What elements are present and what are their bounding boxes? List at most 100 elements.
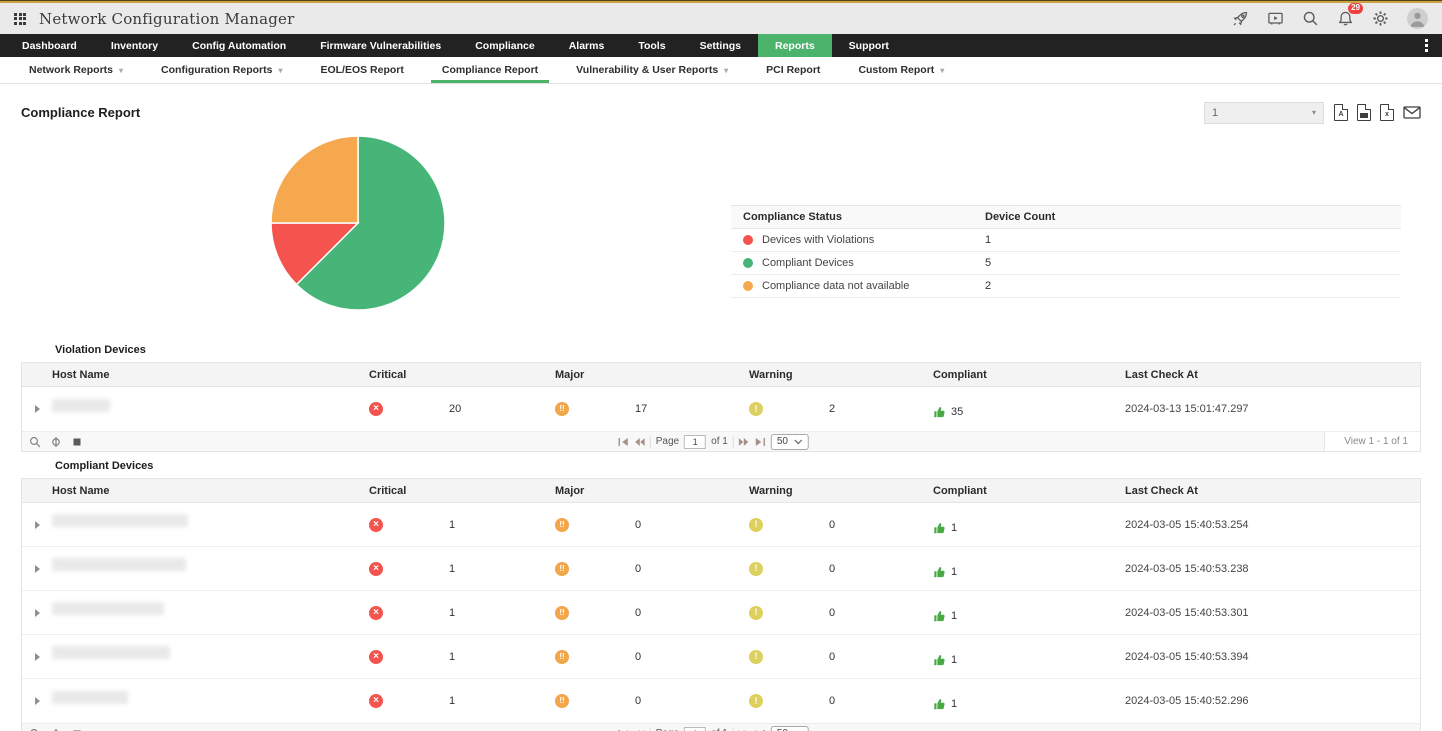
export-html-icon[interactable] bbox=[1357, 104, 1371, 121]
last-page-icon[interactable] bbox=[755, 437, 766, 447]
export-xls-icon[interactable]: x bbox=[1380, 104, 1394, 121]
col-critical[interactable]: Critical bbox=[369, 485, 555, 497]
violation-devices-table: Host Name Critical Major Warning Complia… bbox=[21, 362, 1421, 452]
subnav-item[interactable]: Compliance Report ▾ bbox=[423, 57, 557, 83]
page-title: Compliance Report bbox=[21, 105, 140, 120]
legend-row: Compliant Devices 5 bbox=[731, 252, 1401, 275]
legend-header-status: Compliance Status bbox=[743, 211, 985, 223]
chevron-down-icon bbox=[794, 439, 803, 445]
notifications[interactable]: 29 bbox=[1337, 10, 1354, 27]
col-major[interactable]: Major bbox=[555, 369, 749, 381]
expand-row-icon[interactable] bbox=[35, 653, 40, 661]
warning-count: 2 bbox=[829, 403, 835, 415]
chevron-down-icon: ▾ bbox=[940, 66, 944, 75]
demo-video-icon[interactable] bbox=[1267, 10, 1284, 27]
critical-count: 1 bbox=[449, 607, 455, 619]
expand-row-icon[interactable] bbox=[35, 565, 40, 573]
notification-count-badge: 29 bbox=[1348, 3, 1363, 14]
major-count: 0 bbox=[635, 607, 641, 619]
page-of-text: of 1 bbox=[711, 436, 728, 447]
col-last-check[interactable]: Last Check At bbox=[1125, 369, 1420, 381]
email-report-icon[interactable] bbox=[1403, 106, 1421, 119]
compliance-pie-chart[interactable] bbox=[269, 134, 447, 312]
nav-item[interactable]: Reports bbox=[758, 34, 832, 57]
next-page-icon[interactable] bbox=[739, 437, 750, 447]
col-host-name[interactable]: Host Name bbox=[52, 369, 369, 381]
subnav-item[interactable]: Vulnerability & User Reports ▾ bbox=[557, 57, 747, 83]
col-compliant[interactable]: Compliant bbox=[933, 485, 1125, 497]
settings-gear-icon[interactable] bbox=[1372, 10, 1389, 27]
col-warning[interactable]: Warning bbox=[749, 369, 933, 381]
major-icon: !! bbox=[555, 562, 569, 576]
subnav-item[interactable]: PCI Report ▾ bbox=[747, 57, 839, 83]
compliant-count: 35 bbox=[951, 406, 963, 418]
last-check-at: 2024-03-05 15:40:53.394 bbox=[1125, 651, 1420, 663]
expand-row-icon[interactable] bbox=[35, 697, 40, 705]
nav-item[interactable]: Alarms bbox=[552, 34, 622, 57]
nav-item[interactable]: Config Automation bbox=[175, 34, 303, 57]
page-size-select[interactable]: 50 bbox=[771, 726, 809, 731]
warning-icon: ! bbox=[749, 562, 763, 576]
warning-icon: ! bbox=[749, 694, 763, 708]
pie-slice[interactable] bbox=[271, 136, 358, 223]
nav-item[interactable]: Inventory bbox=[94, 34, 175, 57]
subnav-item[interactable]: Network Reports ▾ bbox=[10, 57, 142, 83]
col-last-check[interactable]: Last Check At bbox=[1125, 485, 1420, 497]
nav-item[interactable]: Support bbox=[832, 34, 906, 57]
critical-icon: × bbox=[369, 694, 383, 708]
export-pdf-icon[interactable]: A bbox=[1334, 104, 1348, 121]
subnav-item[interactable]: Custom Report ▾ bbox=[839, 57, 963, 83]
expand-row-icon[interactable] bbox=[35, 405, 40, 413]
rocket-icon[interactable] bbox=[1232, 10, 1249, 27]
device-row: ×1 !!0 !0 1 2024-03-05 15:40:53.301 bbox=[22, 591, 1420, 635]
page-number-input[interactable] bbox=[684, 727, 706, 731]
critical-icon: × bbox=[369, 650, 383, 664]
critical-icon: × bbox=[369, 518, 383, 532]
expand-row-icon[interactable] bbox=[35, 609, 40, 617]
nav-item[interactable]: Dashboard bbox=[5, 34, 94, 57]
table-header-row: Host Name Critical Major Warning Complia… bbox=[22, 363, 1420, 387]
prev-page-icon[interactable] bbox=[634, 437, 645, 447]
report-number-select[interactable]: 1 ▾ bbox=[1204, 102, 1324, 124]
device-row: ×20 !!17 !2 35 2024-03-13 15:01:47.297 bbox=[22, 387, 1420, 431]
reset-filter-icon[interactable] bbox=[50, 728, 62, 731]
host-name-redacted bbox=[52, 514, 188, 527]
chevron-down-icon: ▾ bbox=[278, 66, 282, 75]
col-warning[interactable]: Warning bbox=[749, 485, 933, 497]
nav-item[interactable]: Firmware Vulnerabilities bbox=[303, 34, 458, 57]
first-page-icon[interactable] bbox=[618, 437, 629, 447]
warning-count: 0 bbox=[829, 651, 835, 663]
table-search-icon[interactable] bbox=[29, 436, 41, 448]
subnav-item[interactable]: EOL/EOS Report ▾ bbox=[301, 57, 422, 83]
major-icon: !! bbox=[555, 402, 569, 416]
nav-item[interactable]: Settings bbox=[683, 34, 758, 57]
reset-filter-icon[interactable] bbox=[50, 436, 62, 448]
page-label: Page bbox=[656, 436, 679, 447]
critical-icon: × bbox=[369, 402, 383, 416]
major-count: 0 bbox=[635, 651, 641, 663]
nav-item[interactable]: Compliance bbox=[458, 34, 552, 57]
subnav-item[interactable]: Configuration Reports ▾ bbox=[142, 57, 301, 83]
page-size-select[interactable]: 50 bbox=[771, 434, 809, 450]
compliance-legend-table: Compliance Status Device Count Devices w… bbox=[731, 205, 1401, 298]
critical-count: 1 bbox=[449, 519, 455, 531]
page-number-input[interactable] bbox=[684, 435, 706, 449]
table-search-icon[interactable] bbox=[29, 728, 41, 731]
nav-more-kebab-icon[interactable] bbox=[1411, 34, 1442, 57]
expand-row-icon[interactable] bbox=[35, 521, 40, 529]
col-host-name[interactable]: Host Name bbox=[52, 485, 369, 497]
apps-grid-icon[interactable] bbox=[14, 13, 26, 25]
grid-view-icon[interactable] bbox=[71, 436, 83, 448]
search-icon[interactable] bbox=[1302, 10, 1319, 27]
col-critical[interactable]: Critical bbox=[369, 369, 555, 381]
last-check-at: 2024-03-05 15:40:52.296 bbox=[1125, 695, 1420, 707]
col-major[interactable]: Major bbox=[555, 485, 749, 497]
grid-view-icon[interactable] bbox=[71, 728, 83, 731]
compliant-count: 1 bbox=[951, 654, 957, 666]
user-avatar[interactable] bbox=[1407, 8, 1428, 29]
col-compliant[interactable]: Compliant bbox=[933, 369, 1125, 381]
legend-color-dot bbox=[743, 235, 753, 245]
compliant-devices-table: Host Name Critical Major Warning Complia… bbox=[21, 478, 1421, 731]
subnav-items: Network Reports ▾ Configuration Reports … bbox=[10, 57, 963, 83]
nav-item[interactable]: Tools bbox=[621, 34, 682, 57]
